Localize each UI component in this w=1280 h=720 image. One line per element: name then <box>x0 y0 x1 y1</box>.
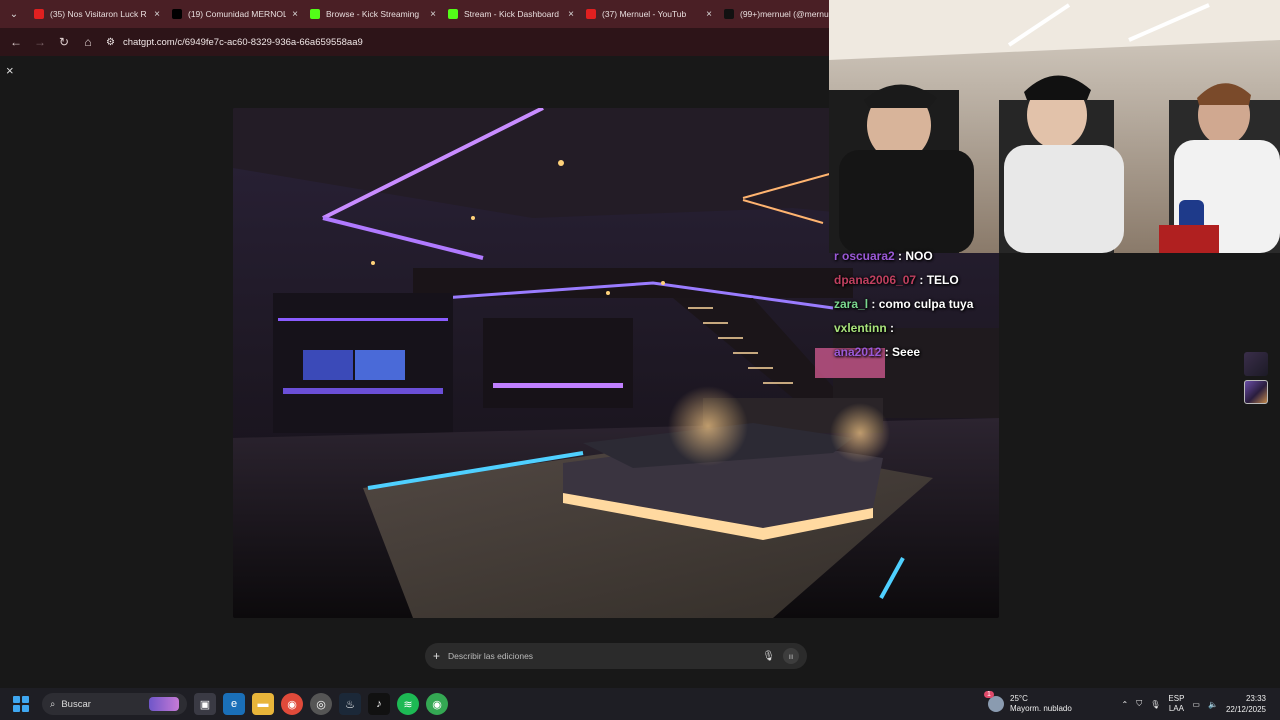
chrome-icon[interactable]: ◉ <box>281 693 303 715</box>
webcam-overlay <box>829 0 1280 253</box>
tab-list-chevron-icon[interactable]: ⌄ <box>0 0 28 28</box>
home-icon[interactable]: ⌂ <box>78 32 98 52</box>
close-icon[interactable]: × <box>6 63 14 78</box>
search-highlight-badge <box>149 697 179 711</box>
defender-icon[interactable]: ⛉ <box>1136 699 1142 709</box>
chat-message: vxlentinn : <box>834 318 994 338</box>
thumbnail-current[interactable] <box>1244 380 1268 404</box>
search-icon: ⌕ <box>50 698 56 710</box>
windows-start-icon[interactable] <box>10 693 32 715</box>
browser-tab[interactable]: (19) Comunidad MERNOL × <box>166 3 304 25</box>
forward-arrow-icon[interactable]: → <box>30 32 50 52</box>
url-text: chatgpt.com/c/6949fe7c-ac60-8329-936a-66… <box>122 36 363 48</box>
tab-close-icon[interactable]: × <box>292 9 298 20</box>
chat-username[interactable]: vxlentinn <box>834 321 887 335</box>
chat-text: : NOO <box>894 249 933 263</box>
chat-text: : como culpa tuya <box>868 297 974 311</box>
weather-temp: 25°C <box>1010 694 1028 703</box>
edit-prompt-placeholder[interactable]: Describir las ediciones <box>448 651 754 661</box>
weather-badge: 1 <box>984 691 994 698</box>
browser-tab[interactable]: Stream - Kick Dashboard × <box>442 3 580 25</box>
volume-icon[interactable]: 🔈 <box>1208 700 1218 709</box>
kick-icon <box>310 9 320 19</box>
x-icon <box>172 9 182 19</box>
address-bar[interactable]: ⚙ chatgpt.com/c/6949fe7c-ac60-8329-936a-… <box>106 31 806 53</box>
chat-username[interactable]: r oscuara2 <box>834 249 895 263</box>
chat-message: dpana2006_07 : TELO <box>834 270 994 290</box>
edit-prompt-box[interactable]: + Describir las ediciones 🎙 ıı <box>425 643 807 669</box>
weather-desc: Mayorm. nublado <box>1010 704 1072 713</box>
tab-close-icon[interactable]: × <box>154 9 160 20</box>
weather-widget[interactable]: 1 25°C Mayorm. nublado <box>984 688 1072 720</box>
language-indicator[interactable]: ESP LAA <box>1168 694 1184 714</box>
webcam-scene-illustration <box>829 0 1280 253</box>
chevron-up-icon[interactable]: ⌃ <box>1122 700 1129 709</box>
tab-label: (99+)mernuel (@mernue <box>740 9 834 19</box>
chat-username[interactable]: zara_l <box>834 297 868 311</box>
edge-icon[interactable]: e <box>223 693 245 715</box>
windows-taskbar: ⌕ Buscar ▣ e ▬ ◉ ◎ ♨ ♪ ≋ ◉ 1 25°C Mayorm… <box>0 688 1280 720</box>
tab-label: (19) Comunidad MERNOL <box>188 9 287 19</box>
browser-tab[interactable]: (37) Mernuel - YouTub × <box>580 3 718 25</box>
search-label: Buscar <box>61 698 91 710</box>
voice-mode-icon[interactable]: ıı <box>783 648 799 664</box>
obs-icon[interactable]: ◎ <box>310 693 332 715</box>
microphone-icon[interactable]: 🎙 <box>762 651 775 662</box>
keyboard-layout: LAA <box>1168 704 1184 713</box>
task-view-icon[interactable]: ▣ <box>194 693 216 715</box>
tab-close-icon[interactable]: × <box>568 9 574 20</box>
tab-label: Stream - Kick Dashboard <box>464 9 559 19</box>
microphone-icon[interactable]: 🎙 <box>1150 700 1160 709</box>
clock[interactable]: 23:33 22/12/2025 <box>1226 693 1266 715</box>
youtube-icon <box>34 9 44 19</box>
tab-close-icon[interactable]: × <box>706 9 712 20</box>
file-explorer-icon[interactable]: ▬ <box>252 693 274 715</box>
tab-label: Browse - Kick Streaming <box>326 9 420 19</box>
stream-chat-overlay: r oscuara2 : NOO dpana2006_07 : TELO zara_… <box>834 246 994 362</box>
network-icon[interactable]: ▭ <box>1192 700 1200 709</box>
chat-message: zara_l : como culpa tuya <box>834 294 994 314</box>
tab-label: (35) Nos Visitaron Luck R <box>50 9 147 19</box>
tab-close-icon[interactable]: × <box>430 9 436 20</box>
image-thumbnails <box>1244 352 1268 404</box>
chat-message: r oscuara2 : NOO <box>834 246 994 266</box>
lang-code: ESP <box>1168 694 1185 703</box>
reload-icon[interactable]: ↻ <box>54 32 74 52</box>
chat-message: ana2012 : Seee <box>834 342 994 362</box>
chat-text: : Seee <box>881 345 921 359</box>
system-tray: ⌃ ⛉ 🎙 ESP LAA ▭ 🔈 23:33 22/12/2025 <box>1122 688 1280 720</box>
spotify-icon[interactable]: ≋ <box>397 693 419 715</box>
tab-label: (37) Mernuel - YouTub <box>602 9 687 19</box>
tiktok-icon[interactable]: ♪ <box>368 693 390 715</box>
taskbar-search[interactable]: ⌕ Buscar <box>42 693 187 715</box>
clock-date: 22/12/2025 <box>1225 705 1266 714</box>
thumbnail-previous[interactable] <box>1244 352 1268 376</box>
chat-username[interactable]: dpana2006_07 <box>834 273 916 287</box>
back-arrow-icon[interactable]: ← <box>6 32 26 52</box>
tiktok-icon <box>724 9 734 19</box>
kick-icon <box>448 9 458 19</box>
chat-text: : <box>886 321 895 335</box>
youtube-icon <box>586 9 596 19</box>
site-settings-icon[interactable]: ⚙ <box>106 37 115 48</box>
plus-icon[interactable]: + <box>433 649 440 663</box>
browser-tab[interactable]: (35) Nos Visitaron Luck R × <box>28 3 166 25</box>
cloud-icon: 1 <box>984 691 1004 712</box>
steam-icon[interactable]: ♨ <box>339 693 361 715</box>
tab-strip: (35) Nos Visitaron Luck R × (19) Comunidad… <box>28 3 856 25</box>
clock-time: 23:33 <box>1245 694 1266 703</box>
browser-toolbar: ← → ↻ ⌂ ⚙ chatgpt.com/c/6949fe7c-ac60-83… <box>0 28 830 56</box>
chat-username[interactable]: ana2012 <box>834 345 881 359</box>
browser-tab[interactable]: Browse - Kick Streaming × <box>304 3 442 25</box>
chrome-profile-icon[interactable]: ◉ <box>426 693 448 715</box>
chat-text: : TELO <box>916 273 959 287</box>
